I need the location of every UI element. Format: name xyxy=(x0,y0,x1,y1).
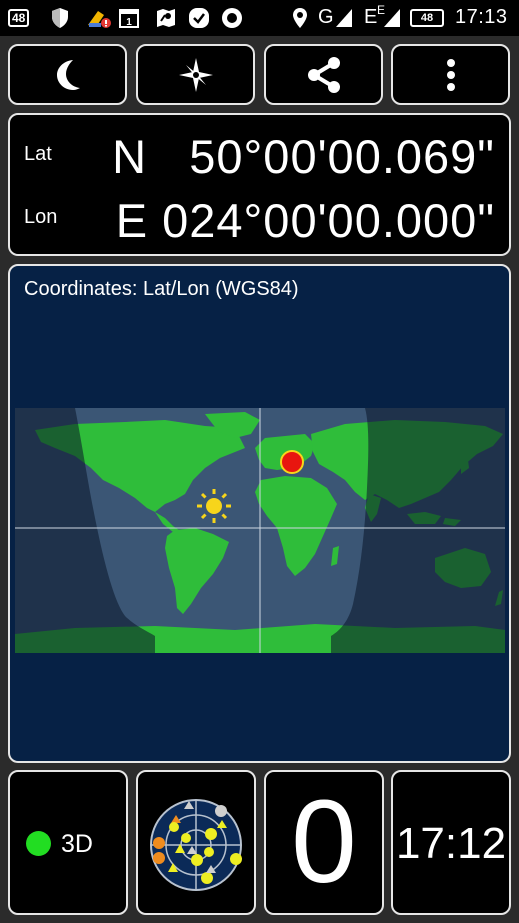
check-circle-icon xyxy=(188,7,210,29)
status-time: 17:13 xyxy=(455,6,508,28)
moon-icon xyxy=(56,59,80,90)
latitude-label: Lat xyxy=(24,143,52,165)
battery-level: 48 xyxy=(410,9,444,27)
share-icon xyxy=(307,56,340,93)
cleaner-icon xyxy=(86,7,112,29)
record-icon xyxy=(221,7,243,29)
status-bar: 48 1 G E E 48 17:13 xyxy=(0,0,519,36)
map-icon xyxy=(155,7,177,29)
signal-icon-1 xyxy=(335,7,353,29)
overflow-menu-button[interactable] xyxy=(391,44,510,105)
network-type-g: G xyxy=(318,6,335,28)
calendar-icon: 1 xyxy=(118,7,140,29)
compass-rose-icon xyxy=(178,57,213,92)
last-fix-time: 17:12 xyxy=(395,819,507,868)
world-map[interactable] xyxy=(15,408,505,653)
network-type-e: E xyxy=(364,6,378,28)
latitude-value: N 50°00'00.069" xyxy=(112,130,495,183)
fix-status-panel[interactable]: 3D xyxy=(8,770,128,915)
longitude-value: E 024°00'00.000" xyxy=(115,194,495,247)
world-map-panel[interactable]: Coordinates: Lat/Lon (WGS84) xyxy=(8,264,511,763)
more-vert-icon xyxy=(446,58,455,91)
location-pin-icon xyxy=(292,7,308,29)
longitude-label: Lon xyxy=(24,206,58,228)
satellites-used-count: 0 xyxy=(291,776,357,908)
notification-count-icon: 48 xyxy=(8,7,30,29)
fix-type-label: 3D xyxy=(61,830,93,858)
fix-time-panel[interactable]: 17:12 xyxy=(391,770,511,915)
satellite-skyview-panel[interactable] xyxy=(136,770,256,915)
compass-button[interactable] xyxy=(136,44,255,105)
coordinates-panel[interactable]: Lat N 50°00'00.069" Lon E 024°00'00.000" xyxy=(8,113,511,256)
battery-icon: 48 xyxy=(410,7,444,29)
fix-indicator-icon xyxy=(26,831,51,856)
notification-count: 48 xyxy=(8,9,30,27)
current-position-marker xyxy=(280,450,304,474)
calendar-day: 1 xyxy=(126,17,132,28)
shield-icon xyxy=(50,7,70,29)
night-mode-button[interactable] xyxy=(8,44,127,105)
satellites-used-panel[interactable]: 0 xyxy=(264,770,384,915)
signal-icon-2 xyxy=(383,7,401,29)
share-button[interactable] xyxy=(264,44,383,105)
coordinate-system-label: Coordinates: Lat/Lon (WGS84) xyxy=(24,278,299,300)
satellite-radar-icon xyxy=(150,799,242,891)
